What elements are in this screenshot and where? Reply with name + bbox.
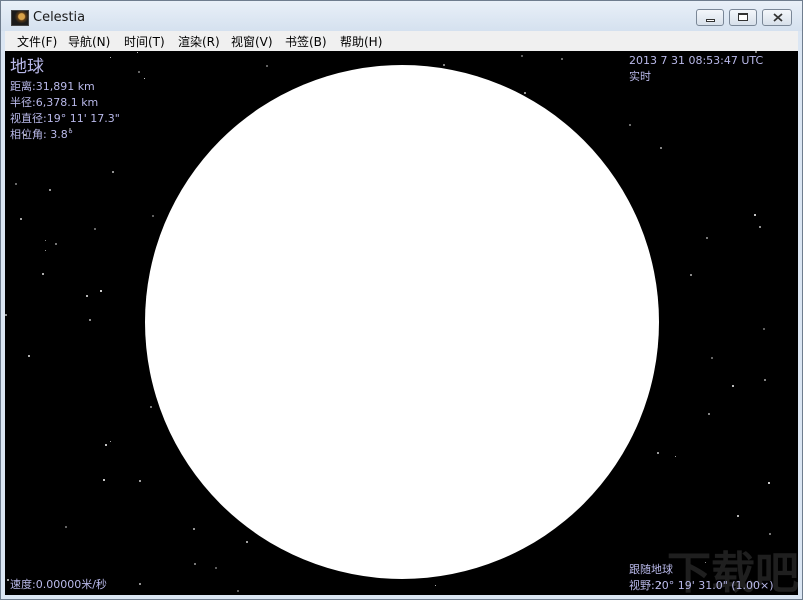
star xyxy=(94,228,96,230)
star xyxy=(20,218,22,220)
star xyxy=(763,328,765,330)
object-apparent-diameter: 视直径:19° 11' 17.3" xyxy=(10,112,120,125)
star xyxy=(237,590,239,592)
space-render-view[interactable]: 地球 距离:31,891 km 半径:6,378.1 km 视直径:19° 11… xyxy=(5,51,798,595)
star xyxy=(150,406,152,408)
star xyxy=(754,214,756,216)
star xyxy=(103,479,105,481)
star xyxy=(139,480,141,482)
star xyxy=(769,533,771,535)
star xyxy=(55,243,57,245)
close-icon xyxy=(773,13,783,22)
star xyxy=(193,528,195,530)
star xyxy=(690,274,692,276)
menu-navigation[interactable]: 导航(N) xyxy=(68,33,110,50)
star xyxy=(629,124,631,126)
star xyxy=(561,58,563,60)
maximize-button[interactable] xyxy=(729,9,757,26)
menu-bar: 文件(F) 导航(N) 时间(T) 渲染(R) 视窗(V) 书签(B) 帮助(H… xyxy=(5,31,798,51)
celestia-app-icon[interactable] xyxy=(11,10,29,26)
tracking-status: 跟随地球 xyxy=(629,563,673,576)
star xyxy=(42,273,44,275)
star xyxy=(139,583,141,585)
menu-render[interactable]: 渲染(R) xyxy=(178,33,220,50)
star xyxy=(194,563,196,565)
simulation-datetime: 2013 7 31 08:53:47 UTC xyxy=(629,54,764,67)
close-button[interactable] xyxy=(762,9,792,26)
star xyxy=(65,526,67,528)
star xyxy=(144,78,145,79)
star xyxy=(759,226,761,228)
star xyxy=(737,515,739,517)
star xyxy=(524,92,526,94)
star xyxy=(86,295,88,297)
star xyxy=(708,413,710,415)
menu-file[interactable]: 文件(F) xyxy=(17,33,57,50)
star xyxy=(100,290,102,292)
menu-view[interactable]: 视窗(V) xyxy=(231,33,273,50)
star xyxy=(89,319,91,321)
object-radius: 半径:6,378.1 km xyxy=(10,96,99,109)
star xyxy=(215,567,217,569)
star xyxy=(764,379,766,381)
star xyxy=(657,452,659,454)
star xyxy=(266,65,268,67)
star xyxy=(15,183,17,185)
object-distance: 距离:31,891 km xyxy=(10,80,95,93)
menu-help[interactable]: 帮助(H) xyxy=(340,33,382,50)
star xyxy=(110,57,111,58)
star xyxy=(675,456,676,457)
title-bar[interactable]: Celestia xyxy=(1,1,802,31)
time-mode: 实时 xyxy=(629,70,651,83)
object-phase-angle: 相位角: 3.8° xyxy=(10,128,74,141)
star xyxy=(246,541,248,543)
star xyxy=(45,250,46,251)
window-title: Celestia xyxy=(33,10,86,25)
star xyxy=(732,385,734,387)
star xyxy=(435,585,436,586)
star xyxy=(112,171,114,173)
star xyxy=(521,55,523,57)
star xyxy=(5,314,7,316)
star xyxy=(110,441,111,442)
star xyxy=(443,64,445,66)
celestia-window: Celestia 文件(F) 导航(N) 时间(T) 渲染(R) 视窗(V) 书… xyxy=(0,0,803,600)
object-name: 地球 xyxy=(10,57,44,77)
star xyxy=(45,240,46,241)
star xyxy=(137,52,138,53)
star xyxy=(711,357,713,359)
star xyxy=(105,444,107,446)
star xyxy=(138,71,140,73)
minimize-button[interactable] xyxy=(696,9,724,26)
field-of-view: 视野:20° 19' 31.0" (1.00×) xyxy=(629,579,774,592)
star xyxy=(706,237,708,239)
star xyxy=(7,579,9,581)
menu-time[interactable]: 时间(T) xyxy=(124,33,165,50)
star xyxy=(768,482,770,484)
star xyxy=(152,215,154,217)
star xyxy=(660,147,662,149)
star xyxy=(28,355,30,357)
menu-bookmarks[interactable]: 书签(B) xyxy=(285,33,327,50)
star xyxy=(49,189,51,191)
travel-speed: 速度:0.00000米/秒 xyxy=(10,578,107,591)
earth-planet[interactable] xyxy=(145,65,659,579)
